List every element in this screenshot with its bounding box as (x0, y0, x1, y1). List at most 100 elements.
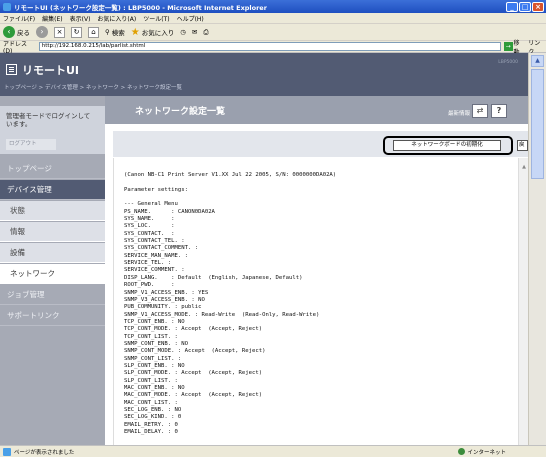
menu-file[interactable]: ファイル(F) (3, 14, 35, 23)
settings-scrollbar[interactable]: ▲ (518, 158, 528, 445)
content-title-bar: ネットワーク設定一覧 最新情報 ⇄ ? (105, 96, 528, 124)
stop-icon[interactable]: × (54, 26, 65, 38)
settings-line: (Canon NB-C1 Print Server V1.XX Jul 22 2… (124, 172, 337, 178)
status-bar: ページが表示されました インターネット (0, 445, 546, 457)
go-arrow-icon: → (503, 42, 513, 51)
breadcrumb[interactable]: トップページ > デバイス管理 > ネットワーク > ネットワーク設定一覧 (4, 83, 182, 91)
menu-help[interactable]: ヘルプ(H) (177, 14, 204, 23)
help-button[interactable]: ? (491, 104, 507, 118)
sidebar: 管理者モードでログインしています。 ログアウト トップページ デバイス管理 状態… (0, 96, 105, 445)
page-title: ネットワーク設定一覧 (135, 107, 226, 117)
main-content: ネットワーク設定一覧 最新情報 ⇄ ? ネットワークボードの初期化 戻る (Ca… (105, 96, 528, 445)
back-arrow-icon: ‹ (3, 26, 15, 38)
mail-icon[interactable]: ✉ (192, 28, 197, 36)
sidebar-item-info[interactable]: 情報 (0, 222, 105, 242)
settings-line (124, 194, 336, 201)
print-icon[interactable]: ⎙ (203, 28, 208, 37)
menu-view[interactable]: 表示(V) (70, 14, 91, 23)
scroll-up-icon[interactable]: ▲ (531, 55, 544, 67)
menu-favorites[interactable]: お気に入り(A) (97, 14, 136, 23)
scroll-up-icon[interactable]: ▲ (520, 164, 528, 170)
back-nav-button[interactable]: ‹ 戻る (3, 26, 30, 38)
window-title: リモートUI (ネットワーク設定一覧) : LBP5000 - Microsof… (14, 3, 267, 12)
sidebar-item-top[interactable]: トップページ (0, 159, 105, 179)
settings-text: (Canon NB-C1 Print Server V1.XX Jul 22 2… (124, 172, 336, 436)
sidebar-item-job[interactable]: ジョブ管理 (0, 285, 105, 305)
settings-line: EMAIL_RETRY. : 0 (124, 421, 178, 428)
page-scrollbar[interactable]: ▲ (528, 53, 546, 445)
security-zone: インターネット (458, 448, 506, 456)
settings-line: SNMP_CONT_LIST. : (124, 355, 182, 362)
settings-line: SEC_LOG_ENB. : NO (124, 407, 182, 413)
menu-edit[interactable]: 編集(E) (42, 14, 62, 23)
settings-line: SLP_CONT_LIST. : (124, 377, 178, 384)
maximize-button[interactable]: □ (519, 1, 531, 12)
minimize-button[interactable]: _ (506, 1, 518, 12)
settings-line: SLP_CONT_MODE. : Accept (Accept, Reject) (124, 370, 263, 377)
settings-line: SERVICE_TEL. : (124, 260, 172, 267)
init-network-board-button[interactable]: ネットワークボードの初期化 (393, 140, 501, 151)
sidebar-item-equipment[interactable]: 設備 (0, 243, 105, 263)
page-header: リモートUI LBP5000 トップページ > デバイス管理 > ネットワーク … (0, 53, 528, 96)
settings-line: SNMP_V1_ACCESS_ENB. : YES (124, 289, 209, 296)
refresh-icon[interactable]: ↻ (71, 26, 82, 38)
update-label: 最新情報 (448, 111, 471, 117)
settings-line: --- General Menu (124, 201, 178, 208)
settings-line: SNMP_CONT_MODE. : Accept (Accept, Reject… (124, 348, 266, 355)
forward-arrow-icon: › (36, 26, 48, 38)
settings-line: PUB_COMMUNITY. : public (124, 304, 202, 311)
page-icon (3, 447, 11, 456)
settings-line: SYS_LOC. : (124, 223, 175, 230)
ie-icon (3, 2, 11, 11)
globe-icon (458, 448, 466, 455)
back-nav-label: 戻る (17, 29, 30, 37)
settings-line: MAC_CONT_LIST. : (124, 399, 178, 406)
star-icon: ★ (130, 26, 140, 38)
scroll-thumb[interactable] (531, 69, 544, 179)
history-icon[interactable]: ◷ (180, 28, 186, 36)
settings-line: SYS_CONTACT_TEL. : (124, 238, 185, 245)
settings-line: SERVICE_MAN_NAME. : (124, 252, 188, 259)
close-button[interactable]: × (532, 1, 544, 12)
sidebar-item-device[interactable]: デバイス管理 (0, 180, 105, 200)
settings-line: TCP_CONT_LIST. : (124, 333, 178, 340)
address-input[interactable]: http://192.168.0.215/lab/parlist.shtml (38, 42, 501, 51)
settings-panel: (Canon NB-C1 Print Server V1.XX Jul 22 2… (113, 158, 528, 445)
settings-line: TCP_CONT_ENB. : NO (124, 318, 185, 325)
settings-line: SYS_NAME. : (124, 216, 175, 223)
settings-line: PS_NAME. : CANON0DA02A (124, 208, 215, 215)
sidebar-item-status[interactable]: 状態 (0, 201, 105, 221)
settings-line: MAC_CONT_ENB. : NO (124, 384, 185, 391)
brand-name: LBP5000 (498, 60, 518, 65)
window-titlebar: リモートUI (ネットワーク設定一覧) : LBP5000 - Microsof… (0, 0, 546, 13)
favorites-button[interactable]: ★ お気に入り (131, 27, 174, 38)
settings-line: EMAIL_DELAY. : 0 (124, 429, 178, 436)
home-icon[interactable]: ⌂ (88, 26, 99, 38)
search-button[interactable]: ⚲ 検索 (105, 27, 125, 37)
settings-line: SNMP_V3_ACCESS_ENB. : NO (124, 296, 205, 303)
settings-line: ROOT_PWD. : (124, 282, 175, 289)
status-text: ページが表示されました (14, 449, 75, 456)
settings-line: TCP_CONT_MODE. : Accept (Accept, Reject) (124, 326, 263, 333)
settings-line: SERVICE_COMMENT. : (124, 267, 185, 274)
settings-line: SYS_CONTACT_COMMENT. : (124, 245, 199, 252)
settings-line: SEC_LOG_KIND. : 0 (124, 414, 182, 421)
logout-button[interactable]: ログアウト (6, 139, 56, 150)
settings-line: SLP_CONT_ENB. : NO (124, 362, 185, 369)
sidebar-item-network[interactable]: ネットワーク (0, 264, 105, 284)
sidebar-item-support[interactable]: サポートリンク (0, 306, 105, 326)
search-label: 検索 (111, 29, 125, 37)
back-button[interactable]: 戻る (517, 140, 528, 151)
admin-mode-text: 管理者モードでログインしています。 (6, 112, 91, 128)
settings-line: SNMP_V1_ACCESS_MODE. : Read-Write (Read-… (124, 311, 320, 318)
remote-ui-icon (6, 64, 17, 75)
refresh-button[interactable]: ⇄ (472, 104, 488, 118)
menu-tools[interactable]: ツール(T) (143, 14, 169, 23)
settings-line: DISP_LANG. : Default (English, Japanese,… (124, 274, 303, 281)
settings-line: SNMP_CONT_ENB. : NO (124, 340, 188, 347)
favorites-label: お気に入り (141, 29, 175, 37)
zone-label: インターネット (467, 449, 506, 456)
forward-nav-button[interactable]: › (36, 26, 48, 38)
browser-toolbar: ‹ 戻る › × ↻ ⌂ ⚲ 検索 ★ お気に入り ◷ ✉ ⎙ (0, 24, 546, 41)
settings-line (124, 179, 336, 186)
